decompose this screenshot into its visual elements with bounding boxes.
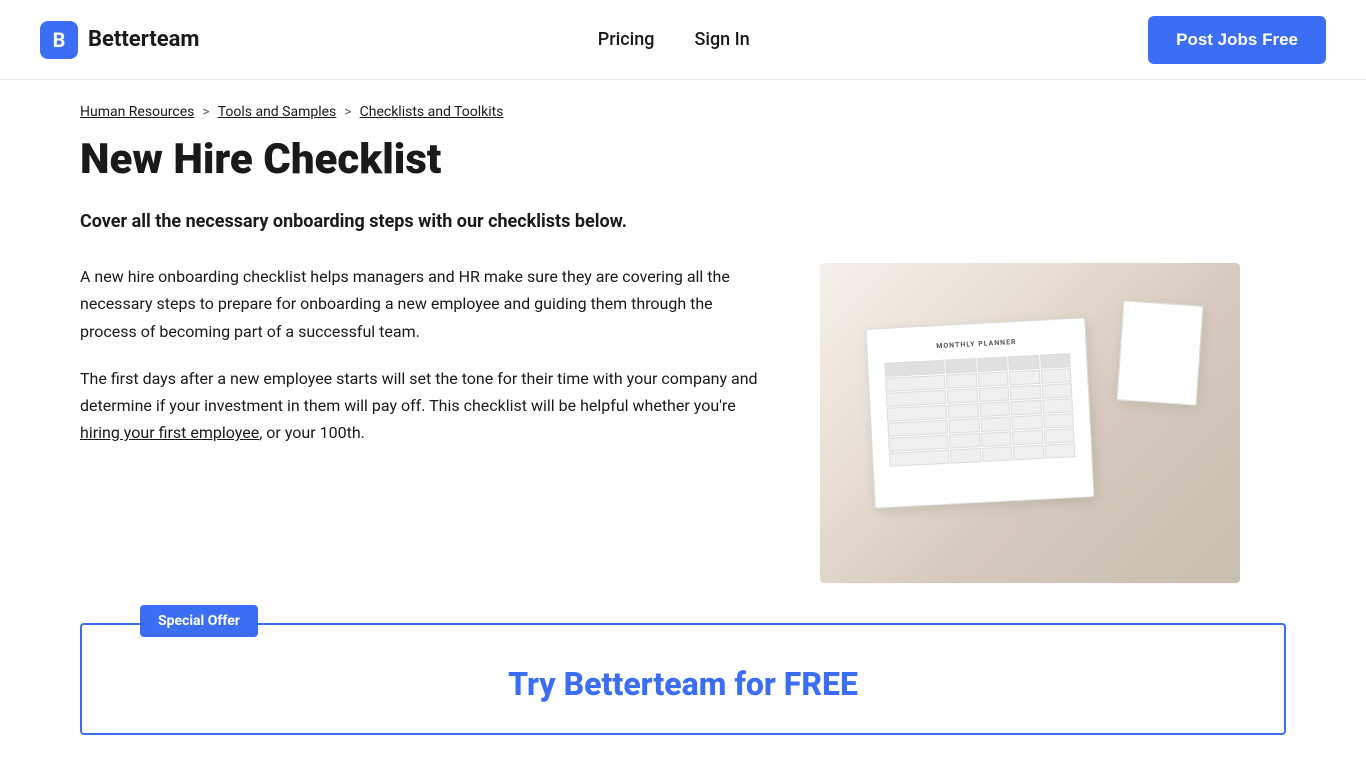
- grid-cell: [1042, 398, 1073, 414]
- grid-cell: [978, 387, 1009, 403]
- planner-corner-card: [1117, 301, 1204, 406]
- subtitle: Cover all the necessary onboarding steps…: [80, 208, 1286, 235]
- grid-cell: [949, 433, 980, 449]
- special-offer-box: Try Betterteam for FREE: [80, 623, 1286, 735]
- logo-area: B Betterteam: [40, 21, 199, 59]
- grid-cell: [1008, 355, 1039, 371]
- breadcrumb-section: Human Resources > Tools and Samples > Ch…: [0, 80, 1366, 120]
- grid-cell: [1010, 400, 1041, 416]
- grid-cell: [948, 418, 979, 434]
- grid-cell: [1009, 370, 1040, 386]
- paragraph-2-part2: , or your 100th.: [259, 423, 365, 442]
- breadcrumb-tools-samples[interactable]: Tools and Samples: [218, 104, 337, 120]
- main-content: New Hire Checklist Cover all the necessa…: [0, 120, 1366, 623]
- grid-cell: [946, 373, 977, 389]
- site-header: B Betterteam Pricing Sign In Post Jobs F…: [0, 0, 1366, 80]
- grid-cell: [1011, 415, 1042, 431]
- breadcrumb: Human Resources > Tools and Samples > Ch…: [80, 104, 1286, 120]
- text-column: A new hire onboarding checklist helps ma…: [80, 263, 760, 466]
- planner-card-illustration: Monthly Planner: [865, 318, 1094, 509]
- grid-cell: [981, 447, 1012, 463]
- page-title: New Hire Checklist: [80, 136, 1286, 184]
- content-area: A new hire onboarding checklist helps ma…: [80, 263, 1286, 583]
- pricing-nav-link[interactable]: Pricing: [598, 29, 655, 50]
- try-betterteam-title: Try Betterteam for FREE: [508, 665, 858, 703]
- grid-cell: [889, 450, 950, 467]
- grid-cell: [947, 388, 978, 404]
- grid-cell: [1044, 443, 1075, 459]
- breadcrumb-separator-2: >: [344, 104, 351, 120]
- signin-nav-link[interactable]: Sign In: [694, 29, 749, 50]
- grid-cell: [977, 372, 1008, 388]
- grid-cell: [950, 448, 981, 464]
- post-jobs-button[interactable]: Post Jobs Free: [1148, 16, 1326, 64]
- grid-cell: [1013, 445, 1044, 461]
- grid-cell: [1012, 430, 1043, 446]
- grid-cell: [1043, 413, 1074, 429]
- grid-cell: [1043, 428, 1074, 444]
- grid-cell: [977, 357, 1008, 373]
- paragraph-2-part1: The first days after a new employee star…: [80, 369, 758, 415]
- breadcrumb-separator-1: >: [202, 104, 209, 120]
- grid-cell: [981, 432, 1012, 448]
- grid-cell: [1040, 354, 1071, 370]
- breadcrumb-human-resources[interactable]: Human Resources: [80, 104, 194, 120]
- grid-cell: [1010, 385, 1041, 401]
- planner-grid: [884, 354, 1075, 468]
- article-image: Monthly Planner: [820, 263, 1240, 583]
- special-offer-section: Special Offer Try Betterteam for FREE: [80, 623, 1286, 735]
- hiring-first-employee-link[interactable]: hiring your first employee: [80, 423, 259, 442]
- grid-cell: [1040, 368, 1071, 384]
- planner-title: Monthly Planner: [883, 336, 1069, 354]
- paragraph-2: The first days after a new employee star…: [80, 365, 760, 447]
- breadcrumb-checklists[interactable]: Checklists and Toolkits: [360, 104, 504, 120]
- paragraph-1: A new hire onboarding checklist helps ma…: [80, 263, 760, 345]
- logo-text: Betterteam: [88, 27, 199, 52]
- grid-cell: [979, 402, 1010, 418]
- logo-icon: B: [40, 21, 78, 59]
- grid-cell: [980, 417, 1011, 433]
- main-nav: Pricing Sign In: [598, 29, 750, 50]
- grid-cell: [945, 358, 976, 374]
- image-column: Monthly Planner: [820, 263, 1240, 583]
- grid-cell: [1041, 383, 1072, 399]
- logo-letter: B: [53, 28, 66, 52]
- special-offer-tag: Special Offer: [140, 605, 258, 637]
- grid-cell: [948, 403, 979, 419]
